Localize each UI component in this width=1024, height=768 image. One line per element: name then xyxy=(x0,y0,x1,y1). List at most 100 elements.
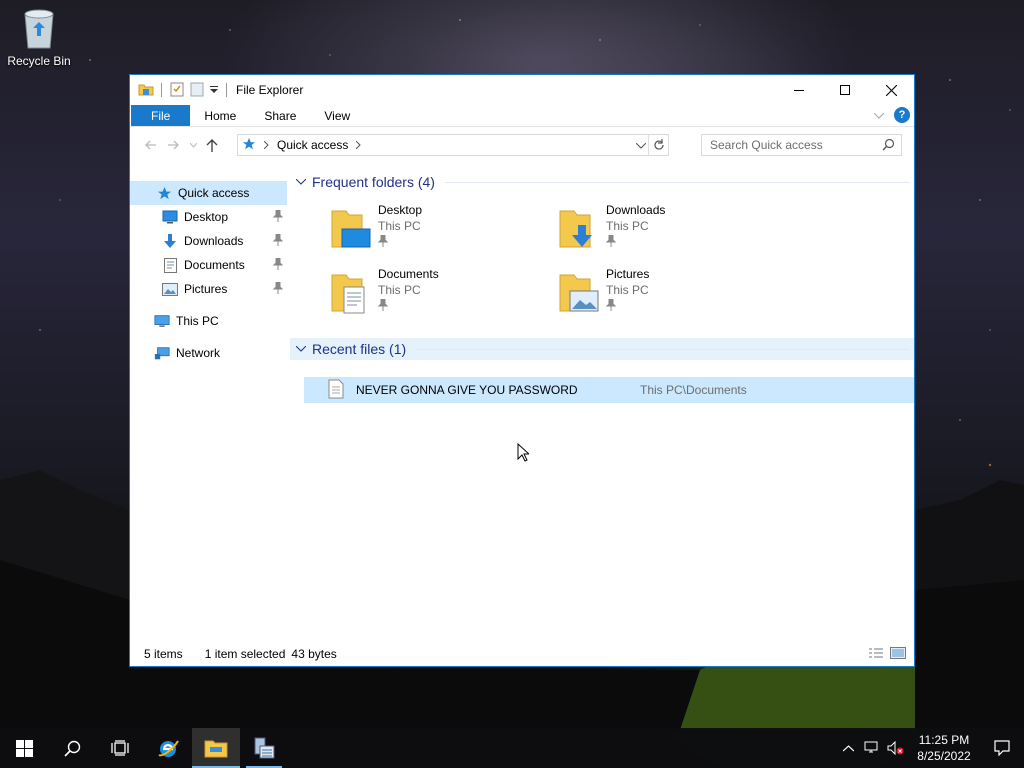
pin-icon xyxy=(377,298,439,314)
this-pc-icon xyxy=(154,313,170,329)
desktop-recycle-bin[interactable]: Recycle Bin xyxy=(4,6,74,68)
customize-toolbar-dropdown-icon[interactable] xyxy=(209,83,219,97)
taskbar-server-manager[interactable] xyxy=(240,728,288,768)
forward-button[interactable] xyxy=(162,140,186,150)
breadcrumb-separator-icon[interactable] xyxy=(356,141,362,149)
maximize-icon xyxy=(840,85,850,95)
tab-share[interactable]: Share xyxy=(250,105,310,126)
expand-ribbon-chevron-icon[interactable] xyxy=(873,108,885,122)
folder-tile-downloads[interactable]: Downloads This PC xyxy=(558,203,758,259)
search-icon xyxy=(63,740,80,757)
mouse-cursor-icon xyxy=(517,443,529,462)
recent-file-name: NEVER GONNA GIVE YOU PASSWORD xyxy=(356,383,578,397)
chevron-down-icon xyxy=(189,142,197,148)
tab-file[interactable]: File xyxy=(131,105,191,126)
minimize-button[interactable] xyxy=(776,75,822,105)
nav-documents[interactable]: Documents xyxy=(130,253,287,277)
frequent-folders-title: Frequent folders (4) xyxy=(312,174,435,190)
action-center-button[interactable] xyxy=(980,740,1024,756)
chevron-up-icon xyxy=(842,744,854,751)
properties-icon[interactable] xyxy=(169,81,185,100)
desktop-icon xyxy=(162,209,178,225)
search-icon xyxy=(882,138,895,154)
large-icons-view-icon[interactable] xyxy=(890,647,906,662)
nav-pictures[interactable]: Pictures xyxy=(130,277,287,301)
nav-quick-access[interactable]: Quick access xyxy=(130,181,287,205)
back-button[interactable] xyxy=(138,140,162,150)
network-tray-button[interactable] xyxy=(860,741,884,755)
recent-files-header[interactable]: Recent files (1) xyxy=(290,338,914,360)
quick-access-star-icon xyxy=(156,185,172,201)
new-folder-icon[interactable] xyxy=(189,81,205,100)
taskbar-clock[interactable]: 11:25 PM 8/25/2022 xyxy=(908,732,980,764)
volume-tray-button[interactable] xyxy=(884,741,908,755)
desktop-folder-icon xyxy=(330,207,372,251)
downloads-folder-icon xyxy=(558,207,600,251)
tab-view[interactable]: View xyxy=(310,105,364,126)
notifications-icon xyxy=(994,740,1010,756)
network-status-icon xyxy=(864,741,878,753)
folder-location: This PC xyxy=(378,283,421,297)
address-bar[interactable]: Quick access xyxy=(237,134,669,156)
forward-arrow-icon xyxy=(168,140,179,150)
up-button[interactable] xyxy=(200,138,224,152)
help-icon[interactable]: ? xyxy=(894,107,910,123)
nav-this-pc-label: This PC xyxy=(176,314,219,328)
close-button[interactable] xyxy=(868,75,914,105)
nav-desktop-label: Desktop xyxy=(184,210,229,224)
search-button[interactable] xyxy=(48,728,96,768)
quick-access-toolbar xyxy=(130,81,230,100)
quick-access-star-icon xyxy=(242,137,256,154)
window-controls xyxy=(776,75,914,105)
recent-files-title: Recent files (1) xyxy=(312,341,407,357)
close-icon xyxy=(885,84,897,96)
details-view-icon[interactable] xyxy=(868,647,884,662)
breadcrumb-quick-access[interactable]: Quick access xyxy=(277,138,348,152)
pictures-icon xyxy=(162,281,178,297)
pictures-folder-icon xyxy=(558,271,600,315)
file-explorer-icon xyxy=(204,740,228,758)
nav-network[interactable]: Network xyxy=(130,341,287,365)
taskbar: 11:25 PM 8/25/2022 xyxy=(0,728,1024,768)
task-view-icon xyxy=(111,740,129,756)
nav-desktop[interactable]: Desktop xyxy=(130,205,287,229)
task-view-button[interactable] xyxy=(96,728,144,768)
folder-tile-pictures[interactable]: Pictures This PC xyxy=(558,267,758,323)
folder-tile-documents[interactable]: Documents This PC xyxy=(330,267,530,323)
pin-icon[interactable] xyxy=(272,281,284,297)
tab-home[interactable]: Home xyxy=(190,105,250,126)
folder-location: This PC xyxy=(378,219,421,233)
back-arrow-icon xyxy=(145,140,156,150)
recent-file-row[interactable]: NEVER GONNA GIVE YOU PASSWORD This PC\Do… xyxy=(304,377,914,403)
frequent-folders-header[interactable]: Frequent folders (4) xyxy=(290,171,914,193)
group-divider xyxy=(444,181,910,183)
refresh-button[interactable] xyxy=(648,135,668,155)
folder-location: This PC xyxy=(606,283,649,297)
recent-locations-button[interactable] xyxy=(186,142,200,148)
folder-tile-desktop[interactable]: Desktop This PC xyxy=(330,203,530,259)
downloads-icon xyxy=(162,233,178,249)
window-title: File Explorer xyxy=(236,83,304,97)
breadcrumb: Quick access xyxy=(242,137,362,154)
breadcrumb-separator-icon xyxy=(264,141,269,149)
toolbar-separator xyxy=(161,83,162,97)
explorer-app-icon xyxy=(138,81,154,100)
taskbar-file-explorer[interactable] xyxy=(192,728,240,768)
show-hidden-icons-button[interactable] xyxy=(836,744,860,752)
search-input[interactable]: Search Quick access xyxy=(701,134,902,156)
folder-name: Desktop xyxy=(378,203,423,217)
nav-this-pc[interactable]: This PC xyxy=(130,309,287,333)
status-item-count: 5 items xyxy=(144,647,183,661)
address-history-chevron-icon[interactable] xyxy=(635,138,647,152)
title-bar[interactable]: File Explorer xyxy=(130,75,914,105)
nav-downloads[interactable]: Downloads xyxy=(130,229,287,253)
pin-icon[interactable] xyxy=(272,209,284,225)
pin-icon[interactable] xyxy=(272,257,284,273)
pin-icon[interactable] xyxy=(272,233,284,249)
windows-logo-icon xyxy=(15,739,33,757)
start-button[interactable] xyxy=(0,728,48,768)
collapse-chevron-icon xyxy=(296,179,306,185)
maximize-button[interactable] xyxy=(822,75,868,105)
taskbar-internet-explorer[interactable] xyxy=(144,728,192,768)
ribbon-tabs: File Home Share View ? xyxy=(130,105,914,127)
